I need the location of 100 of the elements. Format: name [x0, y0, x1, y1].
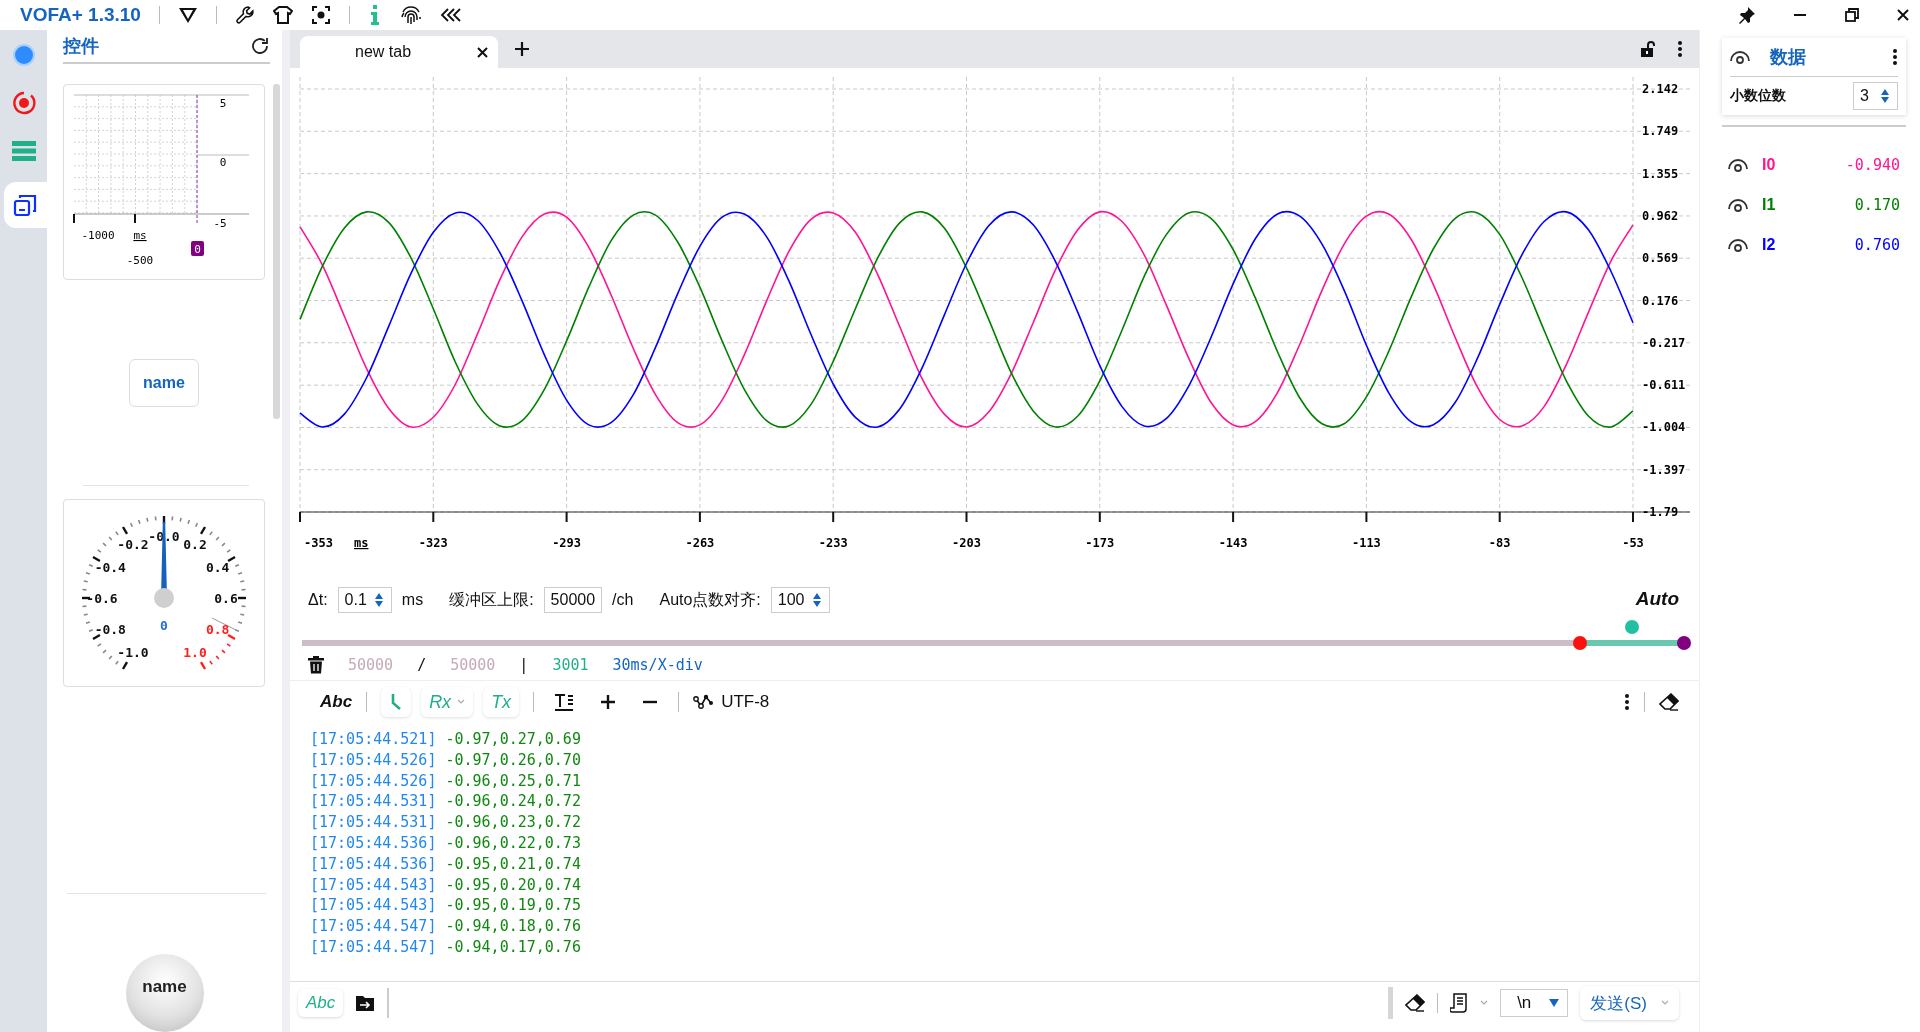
- log-line: [17:05:44.547] -0.94,0.18,0.76: [310, 916, 581, 937]
- buffer-capacity: 50000: [450, 656, 496, 674]
- log-line: [17:05:44.526] -0.96,0.25,0.71: [310, 770, 581, 792]
- log-line: [17:05:44.547] -0.94,0.17,0.76: [310, 936, 581, 958]
- tab[interactable]: new tab: [300, 36, 498, 68]
- time-scale: 30ms/X-div: [612, 656, 703, 674]
- decimals-field[interactable]: 3: [1853, 82, 1898, 110]
- gauge-label: -0.2: [117, 537, 149, 553]
- gauge-label: -0.4: [94, 560, 126, 576]
- spin-arrows-icon[interactable]: [1881, 88, 1889, 104]
- axis-label: 0: [219, 156, 227, 170]
- field-label: Auto点数对齐:: [659, 589, 761, 610]
- align-field[interactable]: 100: [770, 587, 830, 613]
- axis-label: -113: [1351, 536, 1381, 550]
- axis-label: -233: [818, 536, 848, 550]
- log-line: [17:05:44.526] -0.97,0.26,0.70: [310, 749, 581, 771]
- gauge-value: 0: [160, 618, 168, 634]
- text-format-icon[interactable]: [554, 693, 575, 711]
- channel-name: I0: [1762, 156, 1776, 174]
- round-button[interactable]: name: [125, 954, 204, 1032]
- range-start-handle[interactable]: [1573, 636, 1588, 650]
- rail-item[interactable]: [4, 182, 47, 228]
- axis-label: -143: [1218, 536, 1248, 550]
- eraser-icon[interactable]: [1659, 693, 1679, 711]
- buffer-field[interactable]: 50000: [543, 587, 603, 613]
- add-tab-icon[interactable]: [514, 41, 530, 57]
- more-icon[interactable]: [1624, 693, 1630, 711]
- plus-icon[interactable]: [600, 694, 617, 710]
- document-icon[interactable]: [1450, 993, 1469, 1013]
- log-line: [17:05:44.531] -0.96,0.23,0.72: [310, 812, 581, 833]
- more-icon[interactable]: [1677, 40, 1683, 58]
- axis-label: -353: [304, 536, 333, 550]
- name-button[interactable]: name: [129, 358, 199, 407]
- wrench-icon[interactable]: [234, 5, 255, 25]
- clock-hand-icon: [390, 693, 403, 711]
- scrollbar[interactable]: [273, 84, 280, 420]
- caret-icon: [457, 699, 466, 705]
- point-count: 3001: [552, 656, 589, 674]
- axis-label: 0.176: [1642, 293, 1679, 308]
- range-end-handle[interactable]: [1677, 636, 1691, 650]
- close-icon[interactable]: [1896, 8, 1910, 22]
- eye-icon[interactable]: [1730, 49, 1750, 65]
- spin-arrows-icon[interactable]: [374, 592, 383, 608]
- pin-icon[interactable]: [1738, 6, 1756, 24]
- gauge-label: -0.6: [86, 591, 118, 607]
- axis-label: 0.962: [1642, 208, 1679, 223]
- range-center-handle[interactable]: [1625, 620, 1640, 634]
- unlock-icon[interactable]: [1639, 40, 1657, 58]
- collapse-icon[interactable]: [439, 7, 462, 23]
- axis-label: -293: [552, 536, 582, 550]
- axis-label: -1.004: [1642, 420, 1686, 435]
- status-dot-icon: [11, 43, 36, 67]
- panel-title: 数据: [1770, 46, 1806, 69]
- axis-label: -173: [1085, 536, 1115, 550]
- field-label: 缓冲区上限:: [449, 589, 534, 610]
- log-line: [17:05:44.536] -0.96,0.22,0.73: [310, 833, 581, 854]
- nodes-icon[interactable]: [693, 694, 714, 710]
- spin-arrows-icon[interactable]: [812, 592, 821, 608]
- channel-value: -0.940: [1845, 156, 1900, 174]
- eye-icon[interactable]: [1728, 197, 1748, 213]
- restore-icon[interactable]: [1844, 7, 1860, 23]
- eraser-icon[interactable]: [1405, 994, 1426, 1012]
- cursor-badge: 0: [191, 241, 204, 257]
- axis-label: -203: [952, 536, 981, 550]
- gauge-hub: [154, 588, 174, 609]
- trash-icon[interactable]: [308, 656, 324, 674]
- channel-value: 0.170: [1854, 196, 1900, 214]
- app-title: VOFA+ 1.3.10: [20, 4, 141, 26]
- axis-label: 0.569: [1642, 251, 1679, 266]
- fingerprint-icon[interactable]: [399, 4, 422, 26]
- axis-label: -500: [126, 254, 154, 268]
- log-line: [17:05:44.536] -0.95,0.21,0.74: [310, 853, 581, 875]
- field-label: Δt:: [308, 591, 328, 609]
- close-icon[interactable]: [477, 46, 488, 58]
- gauge-label: -0.8: [94, 622, 126, 638]
- format-toggle[interactable]: Abc: [320, 692, 353, 712]
- timestamp-toggle[interactable]: [381, 687, 412, 717]
- v-logo-icon[interactable]: [177, 6, 198, 24]
- unit-label: ms: [401, 591, 424, 609]
- send-button[interactable]: 发送(S): [1580, 986, 1679, 1020]
- shirt-icon[interactable]: [272, 5, 293, 25]
- more-icon[interactable]: [1892, 48, 1898, 66]
- bar-separator: |: [519, 656, 529, 674]
- step-field[interactable]: 0.1: [337, 587, 392, 613]
- send-file-icon[interactable]: [355, 994, 376, 1012]
- eye-icon[interactable]: [1728, 157, 1748, 173]
- axis-label: -5: [213, 217, 227, 231]
- line-ending-select[interactable]: \n: [1500, 989, 1569, 1017]
- gauge-label: 1.0: [183, 645, 207, 660]
- refresh-icon[interactable]: [250, 36, 270, 57]
- log-line: [17:05:44.543] -0.95,0.19,0.75: [310, 895, 581, 917]
- dropdown-icon: [1549, 999, 1560, 1007]
- eye-icon[interactable]: [1728, 237, 1748, 253]
- panel-title: 控件: [63, 35, 99, 59]
- caret-icon: [1661, 1000, 1669, 1006]
- encoding-label[interactable]: UTF-8: [721, 692, 770, 712]
- mode-label: Auto: [1635, 588, 1679, 610]
- axis-label: -323: [418, 536, 448, 550]
- axis-unit: ms: [354, 536, 369, 550]
- focus-icon[interactable]: [310, 5, 331, 25]
